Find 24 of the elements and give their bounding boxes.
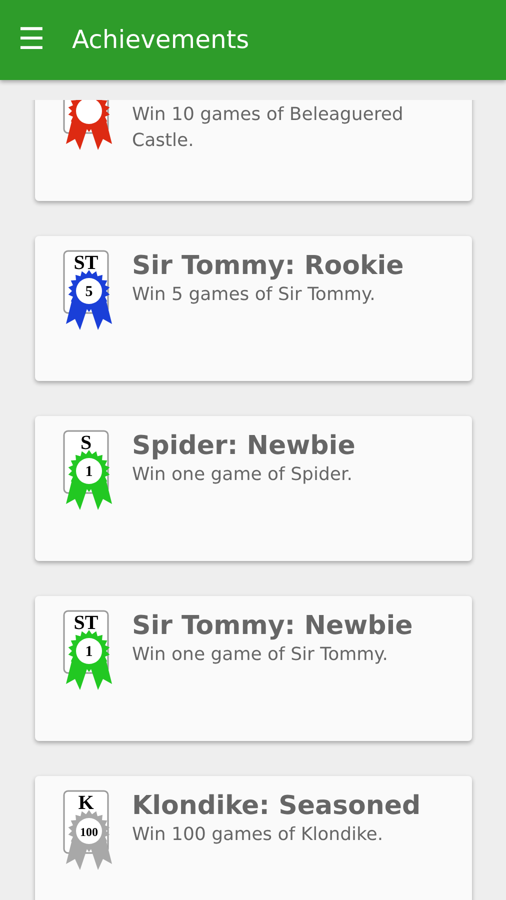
achievement-description: Win 100 games of Klondike. <box>132 823 384 847</box>
badge-letters: S <box>80 432 92 454</box>
badge-number: 1 <box>85 644 93 660</box>
badge-letters: K <box>78 792 94 814</box>
achievement-card[interactable]: S 1 Spider: Newbie Win one game of Spider. <box>35 416 472 561</box>
screen-title: Achievements <box>72 24 250 56</box>
achievement-title: Klondike: Seasoned <box>132 790 422 822</box>
achievement-card[interactable]: ST 1 Sir Tommy: Newbie Win one game of Sir Tommy. <box>35 596 472 741</box>
achievement-card[interactable]: K 100 Klondike: Seasoned Win 100 games of Klondike. <box>35 776 472 900</box>
achievement-title: Spider: Newbie <box>132 430 356 462</box>
badge-number: 100 <box>80 825 98 839</box>
badge-number: 1 <box>85 464 93 480</box>
achievement-description: Win one game of Spider. <box>132 463 354 487</box>
achievement-card[interactable]: ST 5 Sir Tommy: Rookie Win 5 games of Sir Tommy. <box>35 236 472 381</box>
badge-letters: ST <box>74 612 98 634</box>
achievement-card[interactable]: Win 10 games of Beleaguered Castle. <box>35 100 472 201</box>
badge-number: 5 <box>85 284 93 300</box>
menu-icon[interactable]: ☰ <box>18 25 48 55</box>
badge-letters: ST <box>74 252 98 274</box>
achievement-description: Win 10 games of Beleaguered Castle. <box>132 103 404 153</box>
achievement-title: Sir Tommy: Rookie <box>132 250 405 282</box>
achievement-description: Win one game of Sir Tommy. <box>132 643 389 667</box>
achievement-title: Sir Tommy: Newbie <box>132 610 414 642</box>
achievement-description: Win 5 games of Sir Tommy. <box>132 283 376 307</box>
